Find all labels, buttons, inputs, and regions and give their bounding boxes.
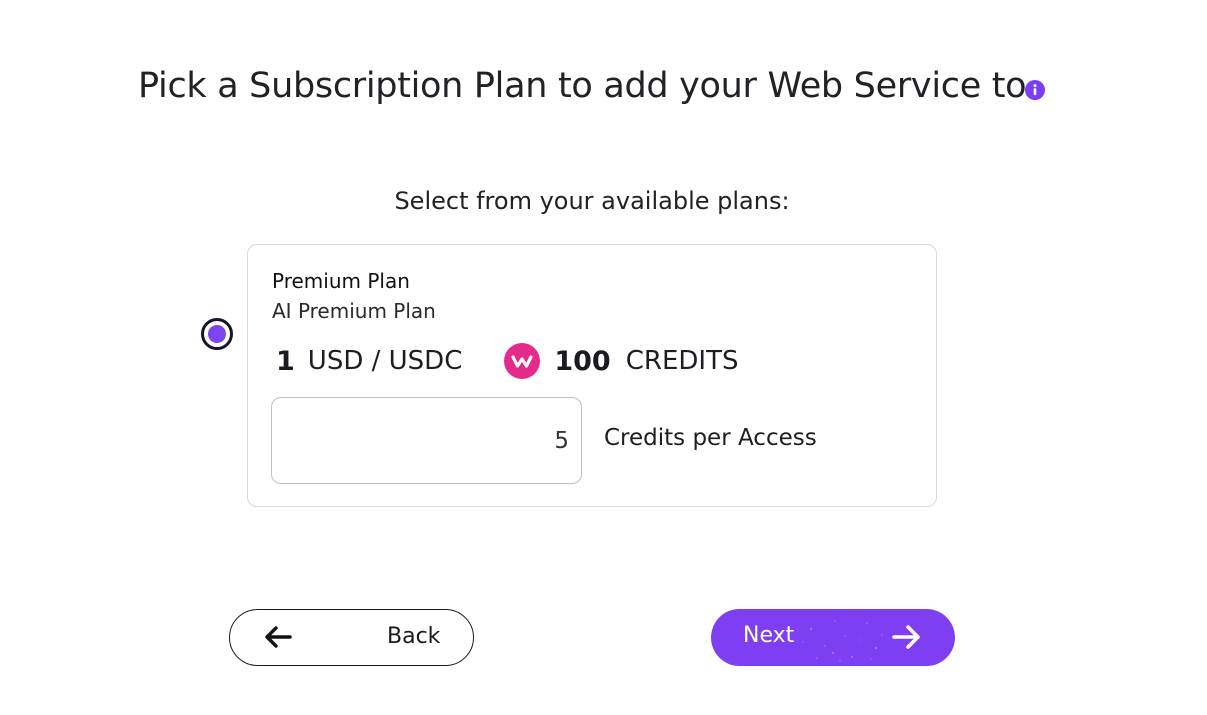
arrow-right-icon — [892, 625, 920, 649]
price-currency: USD / USDC — [307, 346, 463, 376]
page-title: Pick a Subscription Plan to add your Web… — [138, 66, 1037, 106]
next-button-label: Next — [743, 623, 795, 648]
back-button-label: Back — [387, 624, 441, 649]
plan-description: AI Premium Plan — [272, 299, 436, 323]
credits-token-icon — [504, 343, 541, 379]
next-button[interactable]: Next — [711, 609, 955, 666]
page: Pick a Subscription Plan to add your Web… — [0, 0, 1207, 715]
credits-per-access-input[interactable] — [271, 397, 582, 484]
price-amount: 1 — [276, 345, 295, 377]
arrow-left-icon — [265, 626, 292, 648]
plan-price-row: 1 USD / USDC 100 CREDITS — [276, 341, 738, 381]
plan-radio-button[interactable] — [201, 318, 233, 350]
plan-name: Premium Plan — [272, 269, 410, 293]
back-button[interactable]: Back — [229, 609, 474, 666]
plans-subtitle: Select from your available plans: — [394, 187, 790, 215]
radio-selected-dot — [208, 325, 226, 343]
plan-card[interactable]: Premium Plan AI Premium Plan 1 USD / USD… — [247, 244, 937, 507]
credits-amount: 100 — [554, 345, 611, 377]
info-icon[interactable] — [1025, 80, 1045, 100]
credits-label: CREDITS — [625, 346, 739, 376]
credits-per-access-label: Credits per Access — [604, 425, 817, 451]
info-glyph-icon — [1033, 84, 1037, 96]
